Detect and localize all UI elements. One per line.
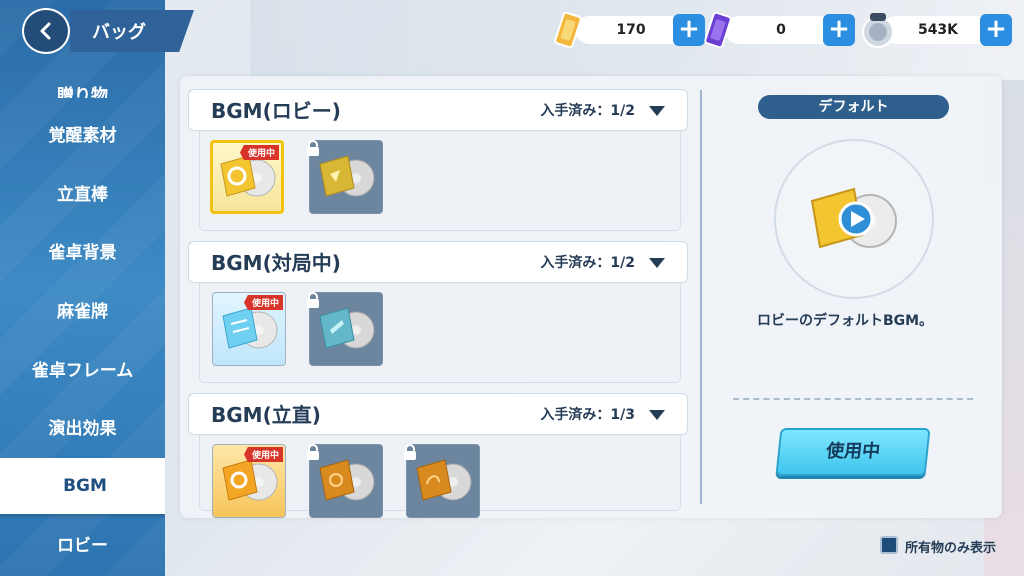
- detail-description: ロビーのデフォルトBGM。: [756, 313, 934, 329]
- category-sidebar: 贈り物 覚醒素材 立直棒 雀卓背景 麻雀牌 雀卓フレーム 演出効果 BGM ロビ…: [0, 0, 165, 576]
- cd-case-icon: [222, 459, 278, 501]
- detail-separator: [733, 398, 973, 400]
- panel-divider: [700, 90, 702, 504]
- section-title: BGM(立直): [211, 403, 321, 427]
- sidebar-item-label: 覚醒素材: [48, 125, 117, 146]
- sidebar-item-label: 雀卓フレーム: [31, 360, 134, 381]
- lock-icon: [404, 444, 416, 460]
- bgm-item-locked[interactable]: [406, 444, 480, 518]
- section-title: BGM(ロビー): [211, 99, 341, 123]
- in-use-badge: 使用中: [243, 447, 283, 462]
- cd-case-icon: [319, 307, 375, 349]
- gold-ticket-counter: 170 +: [575, 14, 705, 46]
- sidebar-item-label: 立直棒: [57, 184, 108, 205]
- bgm-item[interactable]: 使用中: [212, 444, 286, 518]
- page-title: バッグ: [70, 10, 194, 52]
- sidebar-item-awakening-material[interactable]: 覚醒素材: [0, 108, 165, 158]
- sidebar-item-gift[interactable]: 贈り物: [0, 52, 165, 98]
- detail-preview: [774, 139, 934, 299]
- section-header-match-bgm[interactable]: BGM(対局中) 入手済み：1/2: [188, 241, 688, 283]
- sidebar-item-label: 麻雀牌: [57, 301, 108, 322]
- add-coin-button[interactable]: +: [980, 14, 1012, 46]
- chevron-left-icon: [40, 22, 51, 40]
- sidebar-item-bgm[interactable]: BGM: [0, 458, 165, 514]
- purple-ticket-value: 0: [776, 22, 786, 38]
- cd-case-icon: [416, 459, 472, 501]
- bgm-item-locked[interactable]: [309, 292, 383, 366]
- sidebar-item-table-background[interactable]: 雀卓背景: [0, 225, 165, 275]
- bgm-item[interactable]: 使用中: [210, 140, 284, 214]
- cd-case-icon: [319, 155, 375, 197]
- section-header-riichi-bgm[interactable]: BGM(立直) 入手済み：1/3: [188, 393, 688, 435]
- in-use-badge: 使用中: [239, 145, 279, 160]
- detail-title: デフォルト: [758, 95, 949, 119]
- sidebar-item-label: ロビー: [57, 535, 108, 556]
- add-purple-ticket-button[interactable]: +: [823, 14, 855, 46]
- owned-only-label: 所有物のみ表示: [905, 541, 997, 556]
- cd-play-icon[interactable]: [804, 179, 904, 259]
- lock-icon: [307, 444, 319, 460]
- bgm-item[interactable]: 使用中: [212, 292, 286, 366]
- lock-icon: [307, 292, 319, 308]
- collapse-arrow-icon: [649, 106, 665, 116]
- sidebar-item-table-frame[interactable]: 雀卓フレーム: [0, 343, 165, 393]
- collapse-arrow-icon: [649, 410, 665, 420]
- section-count: 入手済み：1/2: [540, 103, 635, 119]
- sidebar-item-mahjong-tiles[interactable]: 麻雀牌: [0, 284, 165, 334]
- in-use-button[interactable]: 使用中: [775, 428, 931, 476]
- section-header-lobby-bgm[interactable]: BGM(ロビー) 入手済み：1/2: [188, 89, 688, 131]
- sidebar-item-riichi-stick[interactable]: 立直棒: [0, 167, 165, 217]
- cd-case-icon: [222, 307, 278, 349]
- sidebar-item-label: 雀卓背景: [48, 242, 117, 263]
- bgm-item-locked[interactable]: [309, 444, 383, 518]
- owned-only-checkbox[interactable]: [880, 536, 898, 554]
- sidebar-item-effects[interactable]: 演出効果: [0, 401, 165, 451]
- cd-case-icon: [319, 459, 375, 501]
- in-use-badge: 使用中: [243, 295, 283, 310]
- section-count: 入手済み：1/2: [540, 255, 635, 271]
- back-button[interactable]: [22, 8, 70, 54]
- coin-counter: 543K +: [882, 14, 1012, 46]
- section-title: BGM(対局中): [211, 251, 341, 275]
- bgm-item-locked[interactable]: [309, 140, 383, 214]
- collapse-arrow-icon: [649, 258, 665, 268]
- coin-icon: [862, 13, 894, 48]
- sidebar-item-label: 演出効果: [48, 418, 117, 439]
- coin-value: 543K: [917, 22, 959, 38]
- sidebar-item-label: BGM: [63, 476, 107, 496]
- section-count: 入手済み：1/3: [540, 407, 635, 423]
- purple-ticket-icon: [704, 12, 732, 48]
- purple-ticket-counter: 0 +: [725, 14, 855, 46]
- gold-ticket-value: 170: [616, 22, 646, 38]
- sidebar-item-lobby[interactable]: ロビー: [0, 518, 165, 568]
- sidebar-item-label: 贈り物: [57, 86, 108, 98]
- gold-ticket-icon: [554, 12, 582, 48]
- add-gold-ticket-button[interactable]: +: [673, 14, 705, 46]
- lock-icon: [307, 140, 319, 156]
